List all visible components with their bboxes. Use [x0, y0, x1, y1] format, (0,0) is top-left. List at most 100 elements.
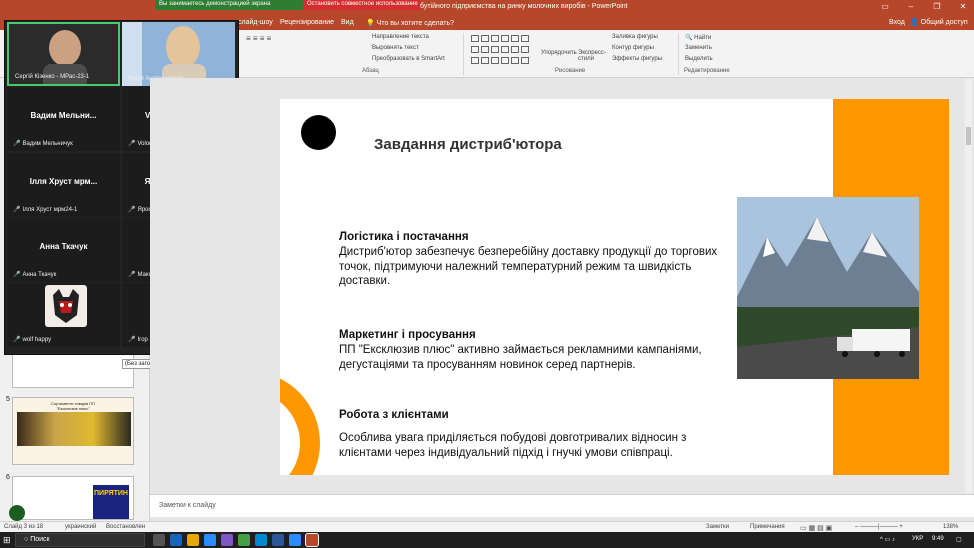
comments-toggle-button[interactable]: Примечания: [750, 524, 785, 530]
tell-me-search[interactable]: 💡 Что вы хотите сделать?: [366, 19, 454, 27]
sign-in-link[interactable]: Вход: [889, 19, 905, 26]
participant-name: Вадим Мельни...: [30, 111, 97, 120]
app-icon[interactable]: [255, 534, 267, 546]
participant-tile[interactable]: Ілля Хруст мрм... 🎤 Ілля Хруст мрм24-1: [7, 153, 120, 217]
mic-muted-icon: 🎤: [13, 141, 21, 147]
participant-tile[interactable]: Надія Андрушкевич: [122, 22, 235, 86]
avatar: [45, 285, 87, 327]
search-icon: 🔍: [685, 35, 693, 41]
maximize-icon[interactable]: ❐: [932, 2, 942, 11]
truck-mountain-image: [737, 197, 919, 379]
drawing-group-label: Рисование: [555, 68, 586, 74]
shape-outline-button[interactable]: Контур фигуры: [612, 45, 654, 51]
section-body-clients[interactable]: Особлива увага приділяється побудові дов…: [339, 431, 719, 460]
document-title: бутійного підприємства на ринку молочних…: [420, 3, 628, 10]
minimize-icon[interactable]: –: [906, 2, 916, 11]
align-icon[interactable]: ≡ ≡ ≡ ≡: [246, 34, 271, 43]
language-status[interactable]: украинский: [65, 524, 96, 530]
taskbar-search[interactable]: ○ Поиск: [15, 533, 145, 547]
zoom-slider[interactable]: – ———|——— +: [855, 524, 903, 530]
clock[interactable]: 9:49: [932, 536, 944, 542]
notes-placeholder: Заметки к слайду: [159, 502, 216, 509]
task-view-icon[interactable]: [153, 534, 165, 546]
zoom-level[interactable]: 138%: [943, 524, 958, 530]
zoom-icon[interactable]: [204, 534, 216, 546]
title-bar: Вы занимаетесь демонстрацией экрана Оста…: [0, 0, 974, 15]
mic-muted-icon: 🎤: [128, 337, 136, 343]
text-direction-button[interactable]: Направление текста: [372, 34, 429, 40]
lightbulb-icon: 💡: [366, 20, 375, 27]
participant-tile[interactable]: Сергій Кізенко - МРас-23-1: [7, 22, 120, 86]
participant-tile[interactable]: Вадим Мельни... 🎤 Вадим Мельничук: [7, 87, 120, 151]
participant-tile[interactable]: Анна Ткачук 🎤 Анна Ткачук: [7, 218, 120, 282]
slide-title[interactable]: Завдання дистриб'ютора: [374, 136, 562, 153]
section-title-logistics[interactable]: Логістика і постачання: [339, 231, 469, 243]
current-slide[interactable]: Завдання дистриб'ютора Логістика і поста…: [280, 99, 949, 475]
mic-muted-icon: 🎤: [128, 272, 136, 278]
vertical-scrollbar[interactable]: [965, 79, 972, 493]
thumb5-title: Сортименти товарів ПП "Ексклюзив плюс": [50, 401, 96, 411]
participant-name: Анна Ткачук: [39, 242, 88, 251]
accessibility-icon[interactable]: [9, 505, 25, 521]
black-dot-decoration: [301, 115, 336, 150]
shape-effects-button[interactable]: Эффекты фигуры: [612, 56, 662, 62]
shape-fill-button[interactable]: Заливка фигуры: [612, 34, 658, 40]
restore-ribbon-icon[interactable]: ▭: [880, 2, 890, 11]
stop-share-button[interactable]: Остановить совместное использование: [303, 0, 421, 10]
section-title-clients[interactable]: Робота з клієнтами: [339, 409, 449, 421]
close-icon[interactable]: ✕: [958, 2, 968, 11]
participant-label: Сергій Кізенко - МРас-23-1: [15, 74, 90, 80]
viber-icon[interactable]: [221, 534, 233, 546]
status-bar: Слайд 3 из 18 украинский Восстановлен За…: [0, 521, 974, 532]
explorer-icon[interactable]: [187, 534, 199, 546]
windows-taskbar: ⊞ ○ Поиск ^ ▭ ♪ УКР 9:49 ▢: [0, 532, 974, 548]
section-title-marketing[interactable]: Маркетинг і просування: [339, 329, 476, 341]
windows-start-icon[interactable]: ⊞: [3, 535, 11, 546]
participant-label: Вадим Мельничук: [22, 141, 73, 147]
smartart-button[interactable]: Преобразовать в SmartArt: [372, 56, 445, 62]
person-icon: 👤: [910, 19, 919, 26]
tab-slideshow[interactable]: слайд-шоу: [238, 19, 273, 26]
replace-button[interactable]: Заменить: [685, 45, 712, 51]
quick-styles-button[interactable]: Экспресс-стили: [578, 50, 608, 62]
slide-thumbnail-4[interactable]: [12, 352, 134, 388]
notes-toggle-button[interactable]: Заметки: [706, 524, 729, 530]
word-icon[interactable]: [272, 534, 284, 546]
slide-thumbnail-5[interactable]: Сортименти товарів ПП "Ексклюзив плюс": [12, 397, 134, 465]
dog-avatar-image: [53, 289, 79, 323]
section-body-logistics[interactable]: Дистриб'ютор забезпечує безперебійну дос…: [339, 245, 719, 289]
slide-number-5: 5: [6, 396, 10, 403]
editing-group-label: Редактирование: [684, 68, 730, 74]
notifications-icon[interactable]: ▢: [956, 536, 962, 543]
align-text-button[interactable]: Выровнять текст: [372, 45, 419, 51]
slide-editor-canvas: Завдання дистриб'ютора Логістика і поста…: [150, 78, 965, 494]
view-buttons[interactable]: ▭ ▦ ▤ ▣: [800, 524, 832, 532]
share-button[interactable]: 👤 Общий доступ: [910, 18, 968, 26]
slide-number-6: 6: [6, 474, 10, 481]
chrome-icon[interactable]: [238, 534, 250, 546]
truck-mountain-photo[interactable]: [737, 197, 919, 379]
mic-muted-icon: 🎤: [13, 272, 21, 278]
participant-label: Анна Ткачук: [22, 272, 57, 278]
powerpoint-icon[interactable]: [305, 533, 319, 547]
search-icon: ○: [24, 536, 29, 543]
select-button[interactable]: Выделить: [685, 56, 713, 62]
slide-thumbnail-6[interactable]: ПИРЯТИН: [12, 476, 134, 520]
language-indicator[interactable]: УКР: [912, 536, 923, 542]
section-body-marketing[interactable]: ПП "Ексклюзив плюс" активно займається р…: [339, 343, 719, 372]
tray-icons[interactable]: ^ ▭ ♪: [880, 536, 895, 543]
arrange-button[interactable]: Упорядочить: [541, 50, 577, 56]
shapes-gallery[interactable]: [470, 34, 540, 66]
participant-tile[interactable]: 🎤 wolf happy: [7, 283, 120, 347]
orange-ring-decoration: [280, 371, 320, 475]
edge-icon[interactable]: [170, 534, 182, 546]
zoom-meeting-icon[interactable]: [289, 534, 301, 546]
participant-label: Ілля Хруст мрм24-1: [22, 207, 78, 213]
tab-review[interactable]: Рецензирование: [280, 19, 334, 26]
thumb6-brand: ПИРЯТИН: [93, 485, 129, 519]
mic-muted-icon: 🎤: [128, 141, 136, 147]
notes-pane[interactable]: Заметки к слайду: [150, 494, 974, 517]
find-button[interactable]: 🔍 Найти: [685, 34, 711, 41]
mic-muted-icon: 🎤: [13, 337, 21, 343]
tab-view[interactable]: Вид: [341, 19, 354, 26]
